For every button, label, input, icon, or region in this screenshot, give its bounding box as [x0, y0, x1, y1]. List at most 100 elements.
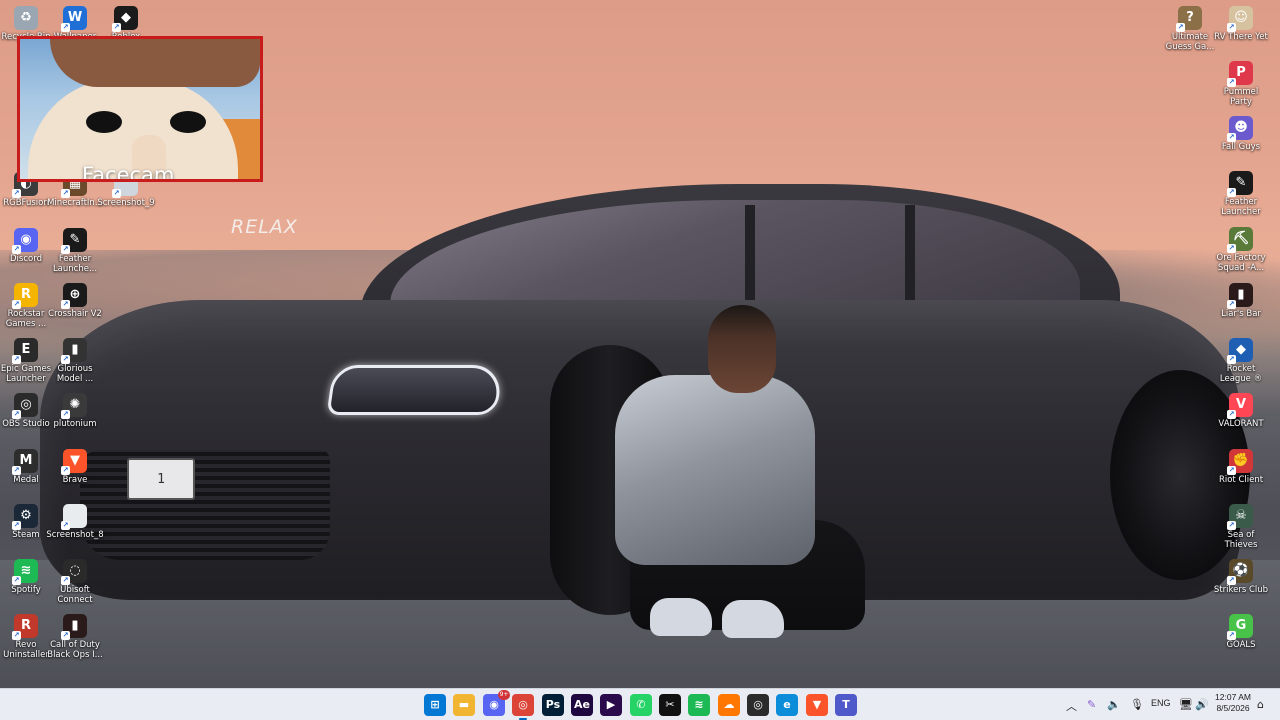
facecam-glasses-lens — [86, 111, 122, 133]
desktop-shortcut-label: Revo Uninstaller — [3, 640, 49, 660]
shortcut-arrow-icon: ↗ — [12, 631, 21, 640]
desktop-shortcut[interactable]: ☠ ↗ Sea of Thieves — [1212, 504, 1270, 550]
desktop-shortcut-label: Pummel Party — [1223, 87, 1259, 107]
discord-icon[interactable]: ◉ 9+ — [483, 690, 510, 716]
whatsapp-icon[interactable]: ✆ — [630, 694, 652, 716]
person-head — [708, 305, 776, 393]
desktop-shortcut[interactable]: P ↗ Pummel Party — [1212, 61, 1270, 107]
shortcut-arrow-icon: ↗ — [12, 355, 21, 364]
desktop-shortcut-label: plutonium — [53, 419, 97, 429]
desktop-shortcut-label: Fall Guys — [1221, 142, 1261, 152]
desktop-shortcut[interactable]: ▮ ↗ Call of Duty Black Ops I... — [46, 614, 104, 660]
brave-icon[interactable]: ▼ — [806, 694, 828, 716]
desktop-shortcut[interactable]: ◌ ↗ Ubisoft Connect — [46, 559, 104, 605]
person-shoe — [650, 598, 712, 636]
desktop-shortcut[interactable]: G ↗ GOALS — [1212, 614, 1270, 650]
glorious-icon: ▮ ↗ — [61, 338, 87, 364]
shortcut-arrow-icon: ↗ — [12, 300, 21, 309]
car-pillar — [905, 205, 915, 310]
soundcloud-icon[interactable]: ☁ — [718, 694, 740, 716]
desktop-shortcut[interactable]: V ↗ VALORANT — [1212, 393, 1270, 429]
desktop-shortcut[interactable]: ▮ ↗ Liar's Bar — [1212, 283, 1270, 319]
desktop-shortcut-label: Discord — [10, 254, 42, 264]
desktop-shortcut-label: Rocket League ® — [1219, 364, 1263, 384]
feather-tray-icon[interactable]: ✎ — [1087, 698, 1096, 711]
liars-bar-icon: ▮ ↗ — [1227, 283, 1253, 309]
desktop-shortcut-label: Ubisoft Connect — [57, 585, 93, 605]
shortcut-arrow-icon: ↗ — [12, 410, 21, 419]
obs-icon: ◎ ↗ — [12, 393, 38, 419]
obs-icon[interactable]: ◎ — [747, 694, 769, 716]
desktop-shortcut[interactable]: ⊕ ↗ Crosshair V2 — [46, 283, 104, 319]
windows-start-icon[interactable]: ⊞ — [424, 694, 446, 716]
car-license-plate: 1 — [127, 458, 195, 500]
photoshop-icon[interactable]: Ps — [542, 694, 564, 716]
feather-launcher-icon: ✎ ↗ — [1227, 171, 1253, 197]
notification-icon[interactable]: ⌂ — [1257, 698, 1264, 711]
shortcut-arrow-icon: ↗ — [1227, 300, 1236, 309]
spotify-icon[interactable]: ≋ — [688, 694, 710, 716]
desktop-shortcut[interactable]: ☻ ↗ Fall Guys — [1212, 116, 1270, 152]
taskbar-clock[interactable]: 12:07 AM 8/5/2026 — [1212, 692, 1254, 714]
shortcut-arrow-icon: ↗ — [12, 521, 21, 530]
goals-icon: G ↗ — [1227, 614, 1253, 640]
ore-factory-icon: ⛏ ↗ — [1227, 227, 1253, 253]
desktop-shortcut-label: Strikers Club — [1213, 585, 1269, 595]
desktop-shortcut-label: Ultimate Guess Ga... — [1165, 32, 1215, 52]
shortcut-arrow-icon: ↗ — [61, 245, 70, 254]
desktop-shortcut-label: Feather Launcher — [1221, 197, 1261, 217]
brave-icon: ▼ ↗ — [61, 449, 87, 475]
edge-icon[interactable]: e — [776, 694, 798, 716]
shortcut-arrow-icon: ↗ — [12, 576, 21, 585]
shortcut-arrow-icon: ↗ — [61, 576, 70, 585]
shortcut-arrow-icon: ↗ — [1227, 410, 1236, 419]
desktop-shortcut[interactable]: ✊ ↗ Riot Client — [1212, 449, 1270, 485]
shortcut-arrow-icon: ↗ — [61, 410, 70, 419]
feather-launcher-icon: ✎ ↗ — [61, 228, 87, 254]
desktop-shortcut-label: Medal — [13, 475, 39, 485]
microphone-icon[interactable]: 🎙 — [1130, 698, 1144, 711]
shortcut-arrow-icon: ↗ — [1227, 576, 1236, 585]
language-indicator[interactable]: ENG — [1151, 698, 1171, 708]
after-effects-icon[interactable]: Ae — [571, 694, 593, 716]
plutonium-icon: ✺ ↗ — [61, 393, 87, 419]
volume-icon[interactable]: 🔊 — [1195, 698, 1209, 711]
shortcut-arrow-icon: ↗ — [12, 189, 21, 198]
desktop-shortcut-label: Crosshair V2 — [48, 309, 102, 319]
desktop-shortcut[interactable]: ✎ ↗ Feather Launcher — [1212, 171, 1270, 217]
desktop-shortcut-label: Epic Games Launcher — [0, 364, 52, 384]
desktop-shortcut-label: OBS Studio — [2, 419, 50, 429]
desktop-shortcut[interactable]: ✺ ↗ plutonium — [46, 393, 104, 429]
desktop-shortcut[interactable]: ⚽ ↗ Strikers Club — [1212, 559, 1270, 595]
medal-icon: M ↗ — [12, 449, 38, 475]
premiere-icon[interactable]: ▶ — [600, 694, 622, 716]
desktop-shortcut-label: MinecraftIn... — [47, 198, 103, 208]
capcut-icon[interactable]: ✂ — [659, 694, 681, 716]
teams-icon[interactable]: T — [835, 694, 857, 716]
show-hidden-icons-chevron-icon[interactable]: ︿ — [1066, 698, 1077, 714]
desktop-shortcut[interactable]: ☺ ↗ RV There Yet — [1212, 6, 1270, 42]
desktop-shortcut[interactable]: ? ↗ Ultimate Guess Ga... — [1161, 6, 1219, 52]
network-icon[interactable]: 🖥 — [1179, 698, 1193, 711]
file-explorer-icon[interactable]: ▬ — [453, 694, 475, 716]
desktop-shortcut[interactable]: ◆ ↗ Rocket League ® — [1212, 338, 1270, 384]
chrome-icon[interactable]: ◎ — [512, 694, 534, 720]
desktop-shortcut[interactable]: ✎ ↗ Feather Launche... — [46, 228, 104, 274]
desktop-shortcut-label: RV There Yet — [1214, 32, 1268, 42]
shortcut-arrow-icon: ↗ — [112, 189, 121, 198]
desktop-shortcut[interactable]: ▮ ↗ Glorious Model ... — [46, 338, 104, 384]
speaker-icon[interactable]: 🔈 — [1107, 698, 1121, 711]
shortcut-arrow-icon: ↗ — [1227, 23, 1236, 32]
epic-games-icon: E ↗ — [12, 338, 38, 364]
desktop-shortcut-label: Call of Duty Black Ops I... — [47, 640, 103, 660]
shortcut-arrow-icon: ↗ — [12, 245, 21, 254]
roblox-icon: ◆ ↗ — [112, 6, 138, 32]
desktop-shortcut[interactable]: ↗ Screenshot_8 — [46, 504, 104, 540]
car-headlight — [326, 365, 504, 415]
shortcut-arrow-icon: ↗ — [1227, 466, 1236, 475]
desktop-shortcut[interactable]: ▼ ↗ Brave — [46, 449, 104, 485]
desktop-shortcut-label: Screenshot_8 — [46, 530, 104, 540]
car-pillar — [745, 205, 755, 310]
desktop-shortcut[interactable]: ⛏ ↗ Ore Factory Squad -A... — [1212, 227, 1270, 273]
desktop-shortcut-label: Sea of Thieves — [1224, 530, 1258, 550]
